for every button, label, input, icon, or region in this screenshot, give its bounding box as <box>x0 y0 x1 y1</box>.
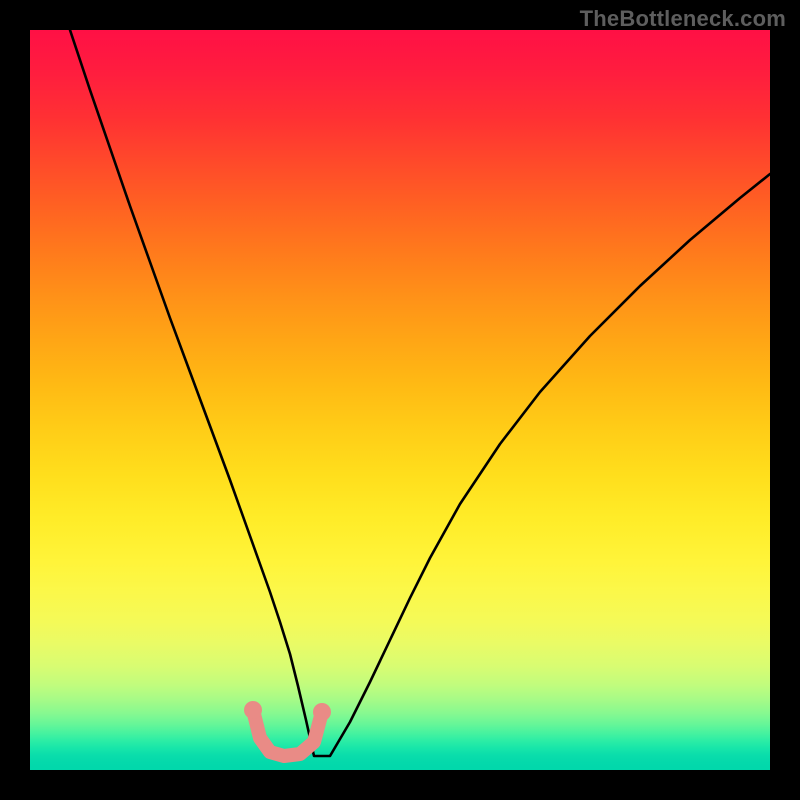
marker-dot-left <box>244 701 262 719</box>
chart-frame: TheBottleneck.com <box>0 0 800 800</box>
watermark-text: TheBottleneck.com <box>580 6 786 32</box>
plot-area <box>30 30 770 770</box>
curve-layer <box>30 30 770 770</box>
bottleneck-curve <box>70 30 770 756</box>
marker-dot-right <box>313 703 331 721</box>
optimal-marker <box>253 710 322 756</box>
